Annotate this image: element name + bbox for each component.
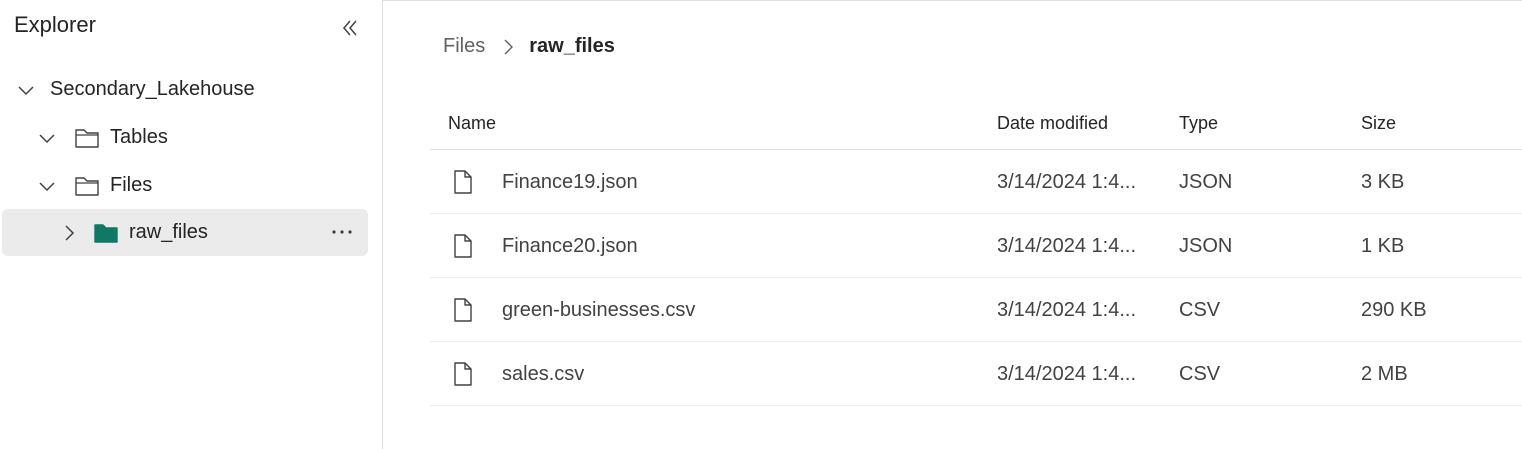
- file-size: 1 KB: [1361, 235, 1405, 257]
- column-header-size[interactable]: Size: [1361, 113, 1396, 134]
- tree-item-label: Tables: [110, 126, 168, 148]
- explorer-sidebar: Explorer Secondary_Lakehouse Tables File…: [0, 0, 383, 449]
- tree-item-label: raw_files: [129, 221, 208, 243]
- file-date: 3/14/2024 1:4...: [997, 235, 1137, 257]
- file-type: CSV: [1179, 299, 1221, 321]
- more-options-button[interactable]: [330, 221, 354, 243]
- file-name[interactable]: Finance19.json: [502, 171, 638, 194]
- file-type: JSON: [1179, 171, 1233, 193]
- file-size: 2 MB: [1361, 363, 1408, 385]
- collapse-sidebar-button[interactable]: [336, 14, 364, 42]
- breadcrumb-files-link[interactable]: Files: [443, 35, 485, 58]
- folder-icon: [74, 175, 100, 197]
- file-icon: [454, 298, 472, 322]
- file-name[interactable]: sales.csv: [502, 363, 584, 386]
- file-size: 3 KB: [1361, 171, 1405, 193]
- column-header-type[interactable]: Type: [1179, 113, 1218, 134]
- tree-item-raw-files[interactable]: raw_files: [2, 209, 368, 256]
- column-header-date-modified[interactable]: Date modified: [997, 113, 1108, 134]
- file-date: 3/14/2024 1:4...: [997, 171, 1137, 193]
- tree-item-label: Secondary_Lakehouse: [50, 78, 255, 100]
- explorer-title: Explorer: [14, 12, 96, 37]
- file-name[interactable]: Finance20.json: [502, 235, 638, 258]
- chevron-down-icon[interactable]: [37, 176, 57, 196]
- table-row[interactable]: sales.csv 3/14/2024 1:4... CSV 2 MB: [430, 342, 1522, 406]
- file-type: JSON: [1179, 235, 1233, 257]
- chevron-right-icon: [501, 38, 515, 56]
- table-row[interactable]: Finance19.json 3/14/2024 1:4... JSON 3 K…: [430, 150, 1522, 214]
- file-name[interactable]: green-businesses.csv: [502, 299, 695, 322]
- file-type: CSV: [1179, 363, 1221, 385]
- files-table: Name Date modified Type Size Finance19.j…: [430, 101, 1522, 406]
- tree-item-tables[interactable]: Tables: [2, 114, 368, 161]
- folder-filled-icon: [93, 222, 119, 244]
- chevron-right-icon[interactable]: [59, 223, 79, 243]
- file-icon: [454, 362, 472, 386]
- file-size: 290 KB: [1361, 299, 1427, 321]
- file-browser-main: Files raw_files Name Date modified Type …: [383, 0, 1522, 449]
- folder-icon: [74, 127, 100, 149]
- double-chevron-left-icon: [343, 20, 357, 36]
- table-row[interactable]: Finance20.json 3/14/2024 1:4... JSON 1 K…: [430, 214, 1522, 278]
- file-icon: [454, 170, 472, 194]
- ellipsis-icon: [332, 230, 352, 234]
- table-row[interactable]: green-businesses.csv 3/14/2024 1:4... CS…: [430, 278, 1522, 342]
- table-header: Name Date modified Type Size: [430, 101, 1522, 150]
- column-header-name[interactable]: Name: [448, 113, 496, 134]
- chevron-down-icon[interactable]: [37, 128, 57, 148]
- breadcrumb-current: raw_files: [529, 35, 615, 57]
- file-date: 3/14/2024 1:4...: [997, 299, 1137, 321]
- file-date: 3/14/2024 1:4...: [997, 363, 1137, 385]
- breadcrumb: Files raw_files: [443, 35, 615, 58]
- tree-item-label: Files: [110, 174, 153, 196]
- tree-item-secondary-lakehouse[interactable]: Secondary_Lakehouse: [2, 66, 368, 113]
- tree-item-files[interactable]: Files: [2, 162, 368, 209]
- chevron-down-icon[interactable]: [16, 80, 36, 100]
- file-icon: [454, 234, 472, 258]
